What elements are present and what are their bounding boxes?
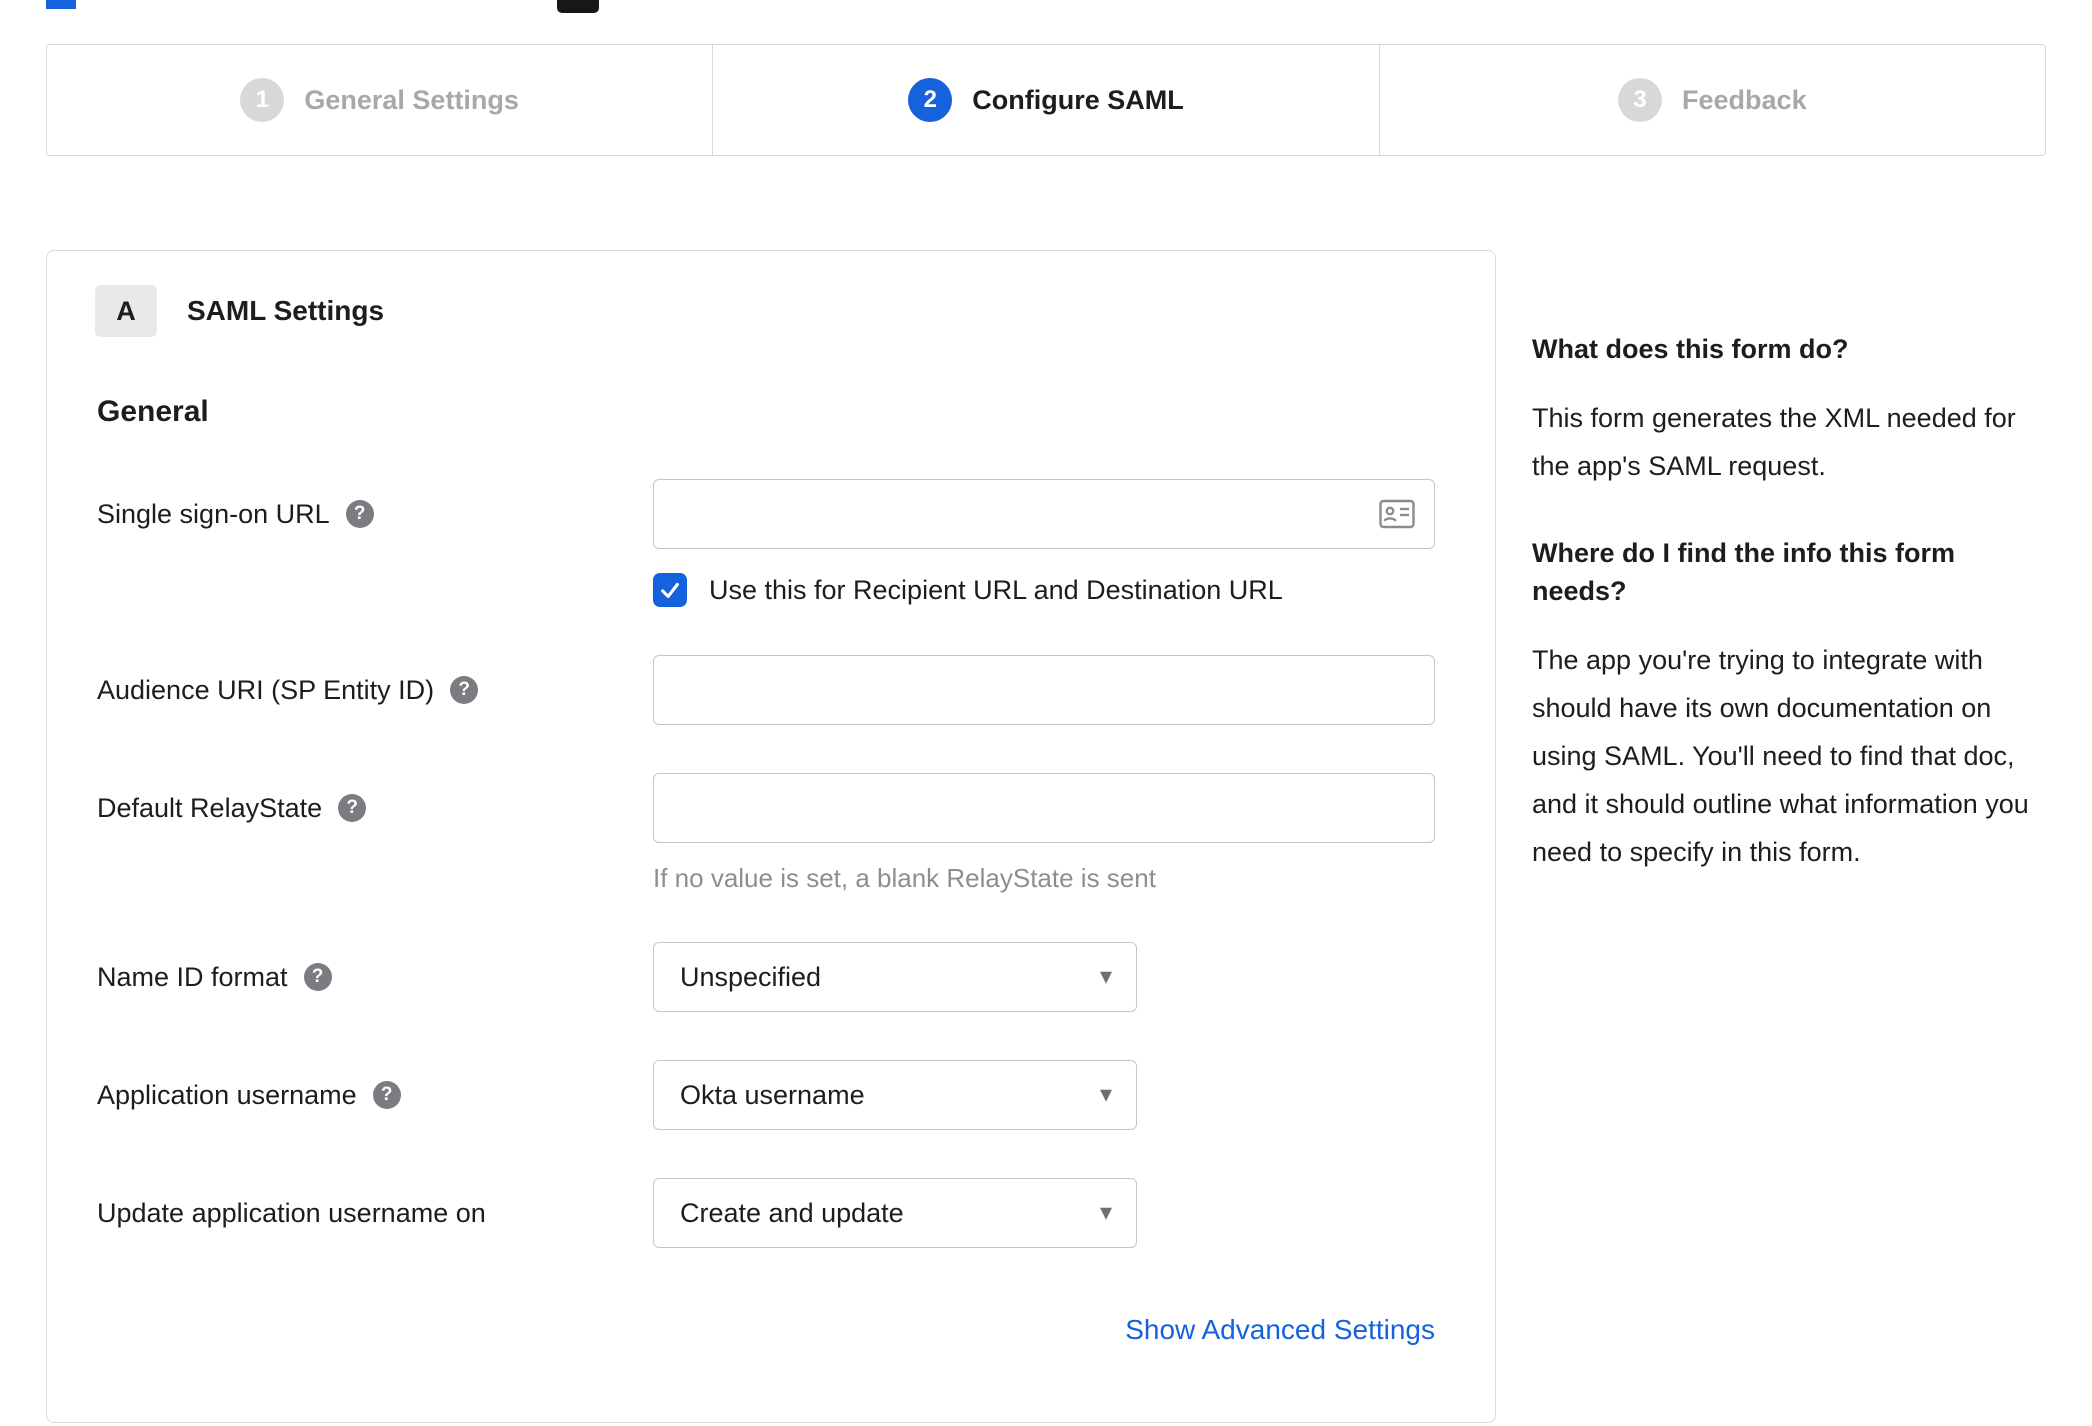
help-icon[interactable]: ? xyxy=(372,1081,401,1109)
field-label-row: Audience URI (SP Entity ID) ? xyxy=(95,655,653,725)
name-id-format-select[interactable]: Unspecified ▾ xyxy=(653,942,1137,1012)
group-title-general: General xyxy=(97,395,209,428)
recipient-url-checkbox-label: Use this for Recipient URL and Destinati… xyxy=(709,574,1283,605)
field-input-col: Use this for Recipient URL and Destinati… xyxy=(653,479,1447,607)
select-value: Okta username xyxy=(680,1079,865,1110)
field-label: Update application username on xyxy=(97,1198,486,1228)
select-value: Create and update xyxy=(680,1197,904,1228)
sidebar-heading-what: What does this form do? xyxy=(1532,334,1849,364)
field-label-row: Update application username on xyxy=(95,1178,653,1248)
default-relaystate-input[interactable] xyxy=(653,773,1435,843)
cutoff-header-fragment-blue xyxy=(46,0,76,9)
sidebar-heading-where: Where do I find the info this form needs… xyxy=(1532,538,1955,606)
section-title: SAML Settings xyxy=(187,295,385,326)
input-wrapper xyxy=(653,773,1435,843)
field-label-row: Single sign-on URL ? xyxy=(95,479,653,549)
chevron-down-icon: ▾ xyxy=(1099,963,1112,990)
audience-uri-field: Audience URI (SP Entity ID) ? xyxy=(95,655,1447,725)
recipient-url-checkbox[interactable] xyxy=(653,573,687,607)
content-area: A SAML Settings General Single sign-on U… xyxy=(46,250,2052,1423)
field-input-col: If no value is set, a blank RelayState i… xyxy=(653,773,1447,894)
application-username-select[interactable]: Okta username ▾ xyxy=(653,1060,1137,1130)
step-number-badge: 3 xyxy=(1618,78,1663,122)
field-label-row: Name ID format ? xyxy=(95,942,653,1012)
chevron-down-icon: ▾ xyxy=(1099,1199,1112,1226)
update-application-username-select[interactable]: Create and update ▾ xyxy=(653,1178,1137,1248)
audience-uri-input[interactable] xyxy=(653,655,1435,725)
field-label: Application username xyxy=(97,1080,357,1110)
field-label: Audience URI (SP Entity ID) xyxy=(97,675,435,705)
help-sidebar: What does this form do? This form genera… xyxy=(1532,250,2052,920)
cutoff-header-fragment-dark xyxy=(557,0,599,13)
input-wrapper xyxy=(653,655,1435,725)
sidebar-paragraph-where: The app you're trying to integrate with … xyxy=(1532,645,2029,867)
step-label: General Settings xyxy=(304,84,519,115)
select-value: Unspecified xyxy=(680,961,822,992)
field-label-row: Default RelayState ? xyxy=(95,773,653,843)
step-feedback[interactable]: 3 Feedback xyxy=(1378,45,2045,155)
default-relaystate-field: Default RelayState ? If no value is set,… xyxy=(95,773,1447,894)
step-general-settings[interactable]: 1 General Settings xyxy=(47,45,712,155)
sidebar-paragraph-what: This form generates the XML needed for t… xyxy=(1532,403,2016,481)
field-input-col xyxy=(653,655,1447,725)
recipient-url-checkbox-row: Use this for Recipient URL and Destinati… xyxy=(653,573,1447,607)
field-label: Name ID format xyxy=(97,962,288,992)
application-username-field: Application username ? Okta username ▾ xyxy=(95,1060,1447,1130)
help-icon[interactable]: ? xyxy=(303,963,332,991)
single-sign-on-url-field: Single sign-on URL ? Use this for Recipi… xyxy=(95,479,1447,607)
name-id-format-field: Name ID format ? Unspecified ▾ xyxy=(95,942,1447,1012)
relaystate-hint: If no value is set, a blank RelayState i… xyxy=(653,863,1156,893)
field-input-col: Okta username ▾ xyxy=(653,1060,1447,1130)
update-application-username-field: Update application username on Create an… xyxy=(95,1178,1447,1248)
help-icon[interactable]: ? xyxy=(450,676,479,704)
field-label: Default RelayState xyxy=(97,793,323,823)
show-advanced-settings-link[interactable]: Show Advanced Settings xyxy=(1125,1314,1435,1345)
section-a-badge: A xyxy=(95,285,157,337)
single-sign-on-url-input[interactable] xyxy=(653,479,1435,549)
wizard-stepper: 1 General Settings 2 Configure SAML 3 Fe… xyxy=(46,44,2046,156)
contact-card-icon xyxy=(1379,499,1415,529)
help-icon[interactable]: ? xyxy=(338,794,367,822)
panel-header: A SAML Settings xyxy=(95,285,1447,337)
advanced-settings-row: Show Advanced Settings xyxy=(95,1314,1435,1346)
step-number-badge: 2 xyxy=(908,78,953,122)
step-label: Configure SAML xyxy=(972,84,1184,115)
help-icon[interactable]: ? xyxy=(345,500,374,528)
input-wrapper xyxy=(653,479,1435,549)
chevron-down-icon: ▾ xyxy=(1099,1081,1112,1108)
step-number-badge: 1 xyxy=(240,78,285,122)
field-input-col: Unspecified ▾ xyxy=(653,942,1447,1012)
step-configure-saml[interactable]: 2 Configure SAML xyxy=(712,45,1378,155)
saml-settings-panel: A SAML Settings General Single sign-on U… xyxy=(46,250,1496,1423)
step-label: Feedback xyxy=(1682,84,1807,115)
field-input-col: Create and update ▾ xyxy=(653,1178,1447,1248)
field-label: Single sign-on URL xyxy=(97,499,330,529)
field-label-row: Application username ? xyxy=(95,1060,653,1130)
page: 1 General Settings 2 Configure SAML 3 Fe… xyxy=(0,0,2092,1426)
